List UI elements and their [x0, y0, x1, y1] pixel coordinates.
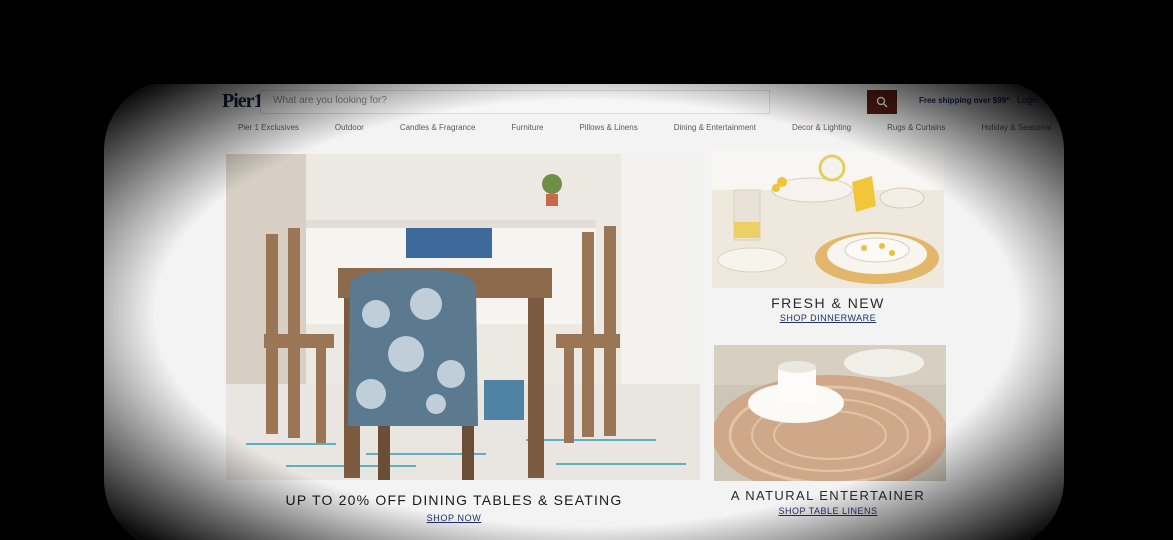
promo-dinnerware-link[interactable]: SHOP DINNERWARE: [704, 313, 952, 323]
site-logo[interactable]: Pier1: [222, 90, 264, 113]
search-input[interactable]: What are you looking for?: [260, 90, 770, 114]
nav-item-candles[interactable]: Candles & Fragrance: [400, 123, 476, 132]
free-shipping-link[interactable]: Free shipping over $99*: [919, 96, 1009, 105]
nav-item-decor[interactable]: Decor & Lighting: [792, 123, 851, 132]
promo-linens-link[interactable]: SHOP TABLE LINENS: [704, 506, 952, 516]
browser-page: Pier1 What are you looking for? Free shi…: [104, 80, 1064, 540]
dining-room-illustration: [226, 154, 700, 480]
dinnerware-image[interactable]: [712, 150, 944, 288]
nav-item-rugs[interactable]: Rugs & Curtains: [887, 123, 945, 132]
search-placeholder: What are you looking for?: [273, 95, 387, 106]
search-icon: [876, 96, 888, 108]
hero-dining-image[interactable]: [226, 154, 700, 480]
nav-item-exclusives[interactable]: Pier 1 Exclusives: [238, 123, 299, 132]
dinnerware-illustration: [712, 150, 944, 288]
site-header: Pier1 What are you looking for? Free shi…: [222, 88, 1062, 116]
nav-item-outdoor[interactable]: Outdoor: [335, 123, 364, 132]
category-nav: Pier 1 Exclusives Outdoor Candles & Frag…: [238, 123, 1051, 132]
nav-item-holiday[interactable]: Holiday & Seasonal: [981, 123, 1051, 132]
nav-item-dining[interactable]: Dining & Entertainment: [674, 123, 756, 132]
cart-icon: [1048, 93, 1062, 105]
nav-item-pillows[interactable]: Pillows & Linens: [579, 123, 637, 132]
promo-linens-title: A NATURAL ENTERTAINER: [730, 488, 926, 503]
dark-top-band: [0, 0, 1173, 84]
cart-button[interactable]: [1048, 92, 1062, 110]
hero-title: UP TO 20% OFF DINING TABLES & SEATING: [285, 492, 623, 508]
login-link[interactable]: Login: [1017, 95, 1039, 105]
photo-of-screen: Pier1 What are you looking for? Free shi…: [0, 0, 1173, 540]
search-button[interactable]: [867, 90, 897, 114]
nav-item-furniture[interactable]: Furniture: [511, 123, 543, 132]
promo-dinnerware-title: FRESH & NEW: [771, 295, 885, 311]
hero-shop-now-link[interactable]: SHOP NOW: [204, 513, 704, 523]
table-linens-image[interactable]: [714, 345, 946, 481]
table-linens-illustration: [714, 345, 946, 481]
